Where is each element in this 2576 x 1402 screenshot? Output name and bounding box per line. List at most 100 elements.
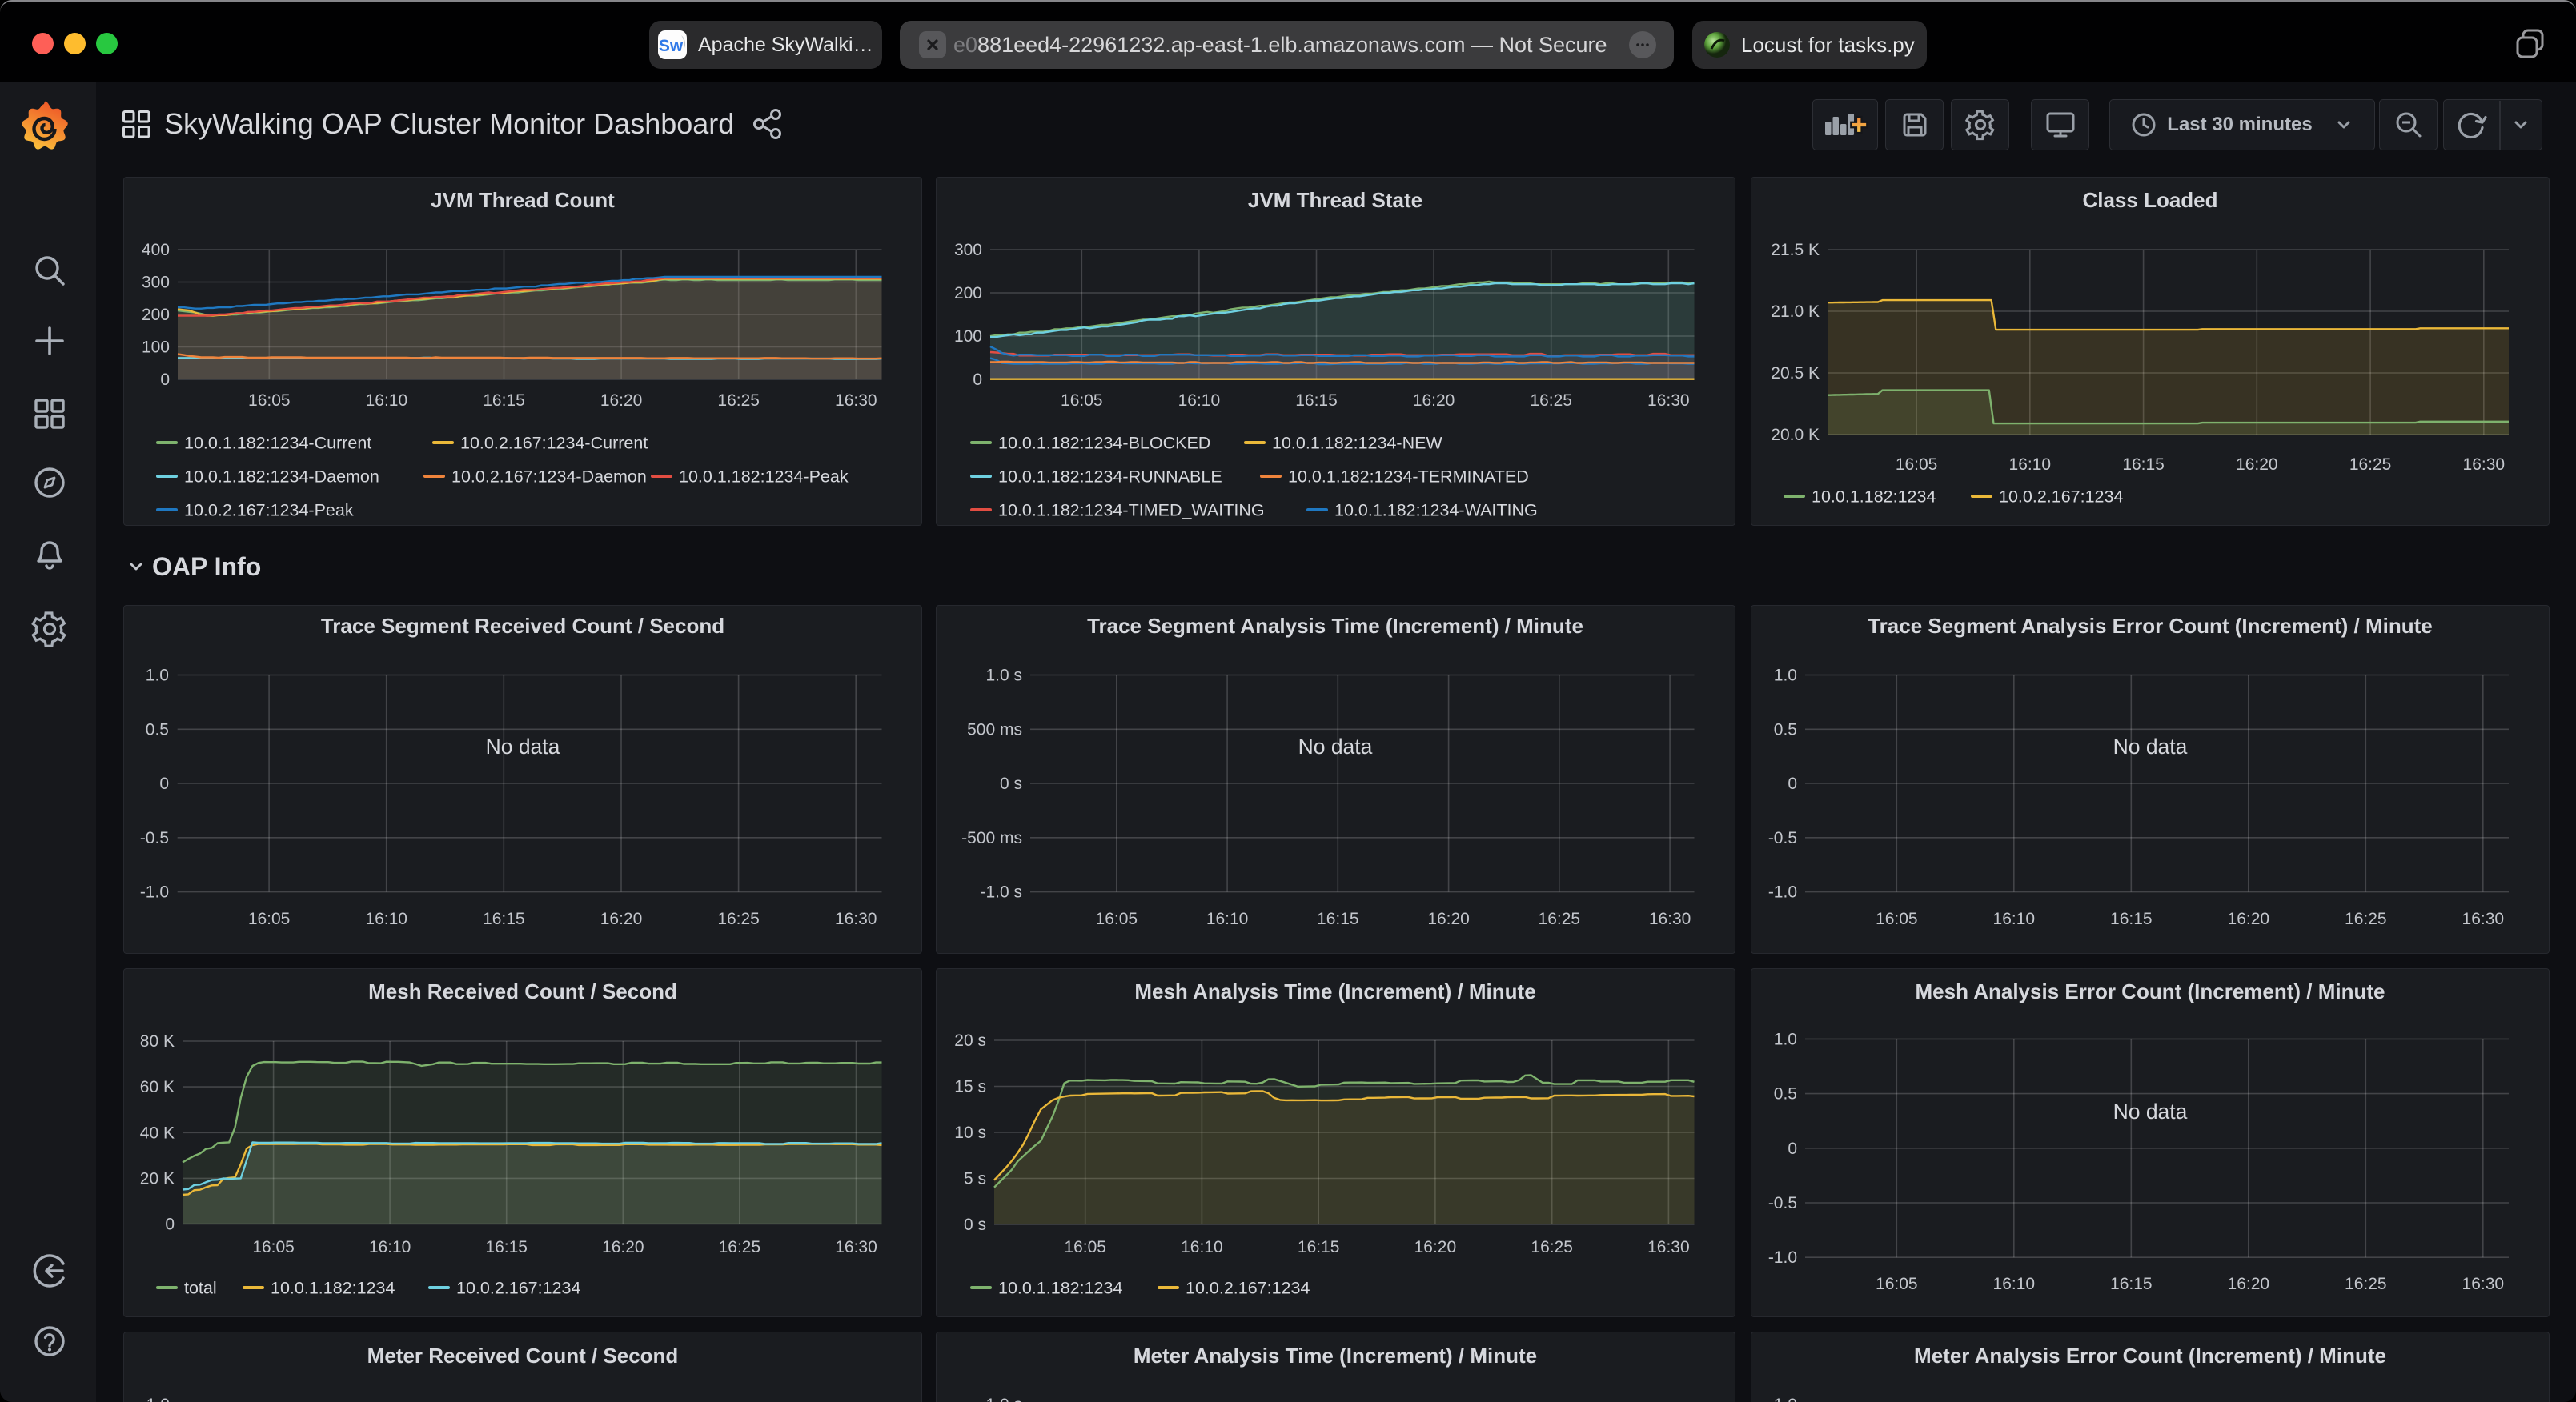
svg-text:10.0.1.182:1234-NEW: 10.0.1.182:1234-NEW (1272, 434, 1442, 453)
svg-text:16:20: 16:20 (1414, 1238, 1457, 1256)
svg-text:16:15: 16:15 (2110, 1275, 2153, 1293)
svg-text:16:05: 16:05 (1096, 910, 1138, 928)
svg-text:16:05: 16:05 (1064, 1238, 1106, 1256)
svg-text:-1.0 s: -1.0 s (980, 883, 1022, 902)
svg-text:-0.5: -0.5 (140, 829, 169, 847)
svg-text:100: 100 (954, 327, 982, 346)
svg-text:No data: No data (2113, 735, 2188, 759)
svg-text:Mesh Received Count / Second: Mesh Received Count / Second (368, 979, 677, 1003)
svg-text:16:20: 16:20 (2228, 910, 2270, 928)
svg-text:-0.5: -0.5 (1768, 829, 1797, 847)
svg-text:10.0.1.182:1234-BLOCKED: 10.0.1.182:1234-BLOCKED (998, 434, 1210, 453)
svg-text:Trace Segment Analysis Error C: Trace Segment Analysis Error Count (Incr… (1868, 614, 2433, 638)
svg-text:100: 100 (142, 338, 170, 357)
svg-text:JVM Thread State: JVM Thread State (1248, 188, 1422, 212)
svg-text:1.0: 1.0 (1774, 667, 1797, 685)
svg-text:Class Loaded: Class Loaded (2082, 188, 2217, 212)
svg-text:0 s: 0 s (964, 1216, 986, 1234)
svg-text:16:25: 16:25 (1530, 391, 1572, 410)
svg-text:16:25: 16:25 (1539, 910, 1581, 928)
svg-text:16:30: 16:30 (1647, 1238, 1690, 1256)
svg-text:16:30: 16:30 (1647, 391, 1690, 410)
svg-text:Meter Analysis Error Count (In: Meter Analysis Error Count (Increment) /… (1914, 1344, 2386, 1368)
svg-text:10.0.2.167:1234-Current: 10.0.2.167:1234-Current (460, 434, 648, 453)
svg-text:16:05: 16:05 (248, 910, 291, 928)
svg-text:16:30: 16:30 (835, 391, 877, 410)
svg-text:1.0: 1.0 (1774, 1030, 1797, 1048)
svg-text:10.0.1.182:1234-Daemon: 10.0.1.182:1234-Daemon (184, 467, 379, 487)
svg-text:16:10: 16:10 (1206, 910, 1249, 928)
svg-text:-1.0: -1.0 (1768, 883, 1797, 902)
svg-text:10.0.2.167:1234-Peak: 10.0.2.167:1234-Peak (184, 501, 354, 520)
svg-text:200: 200 (954, 284, 982, 302)
svg-text:16:30: 16:30 (1649, 910, 1691, 928)
svg-text:0 s: 0 s (1000, 775, 1022, 793)
svg-text:-500 ms: -500 ms (961, 829, 1022, 847)
svg-text:16:10: 16:10 (369, 1238, 411, 1256)
svg-text:10.0.1.182:1234-TIMED_WAITING: 10.0.1.182:1234-TIMED_WAITING (998, 501, 1265, 520)
svg-text:16:30: 16:30 (835, 910, 877, 928)
svg-text:16:10: 16:10 (1993, 910, 2036, 928)
svg-text:16:20: 16:20 (602, 1238, 644, 1256)
svg-text:-0.5: -0.5 (1768, 1194, 1797, 1212)
svg-text:16:10: 16:10 (1993, 1275, 2036, 1293)
svg-text:10.0.2.167:1234-Daemon: 10.0.2.167:1234-Daemon (451, 467, 647, 487)
svg-text:0.5: 0.5 (146, 720, 169, 739)
svg-text:200: 200 (142, 306, 170, 324)
svg-text:5 s: 5 s (964, 1170, 986, 1188)
svg-text:16:25: 16:25 (719, 1238, 761, 1256)
svg-text:16:05: 16:05 (1876, 910, 1918, 928)
svg-text:0.5: 0.5 (1774, 720, 1797, 739)
svg-text:10.0.1.182:1234: 10.0.1.182:1234 (998, 1279, 1122, 1298)
svg-text:16:15: 16:15 (1317, 910, 1359, 928)
svg-text:10.0.1.182:1234-RUNNABLE: 10.0.1.182:1234-RUNNABLE (998, 467, 1222, 487)
svg-text:16:10: 16:10 (1181, 1238, 1223, 1256)
svg-text:16:10: 16:10 (2009, 455, 2052, 474)
svg-text:10.0.1.182:1234-WAITING: 10.0.1.182:1234-WAITING (1334, 501, 1538, 520)
svg-text:10.0.1.182:1234-Peak: 10.0.1.182:1234-Peak (679, 467, 849, 487)
svg-text:-1.0: -1.0 (140, 883, 169, 902)
svg-text:Trace Segment Received Count /: Trace Segment Received Count / Second (321, 614, 724, 638)
svg-text:20.0 K: 20.0 K (1771, 426, 1820, 444)
svg-text:No data: No data (1298, 735, 1373, 759)
svg-text:1.0: 1.0 (1774, 1396, 1797, 1402)
svg-text:0: 0 (159, 775, 169, 793)
svg-text:0: 0 (1788, 1140, 1797, 1158)
svg-text:Mesh Analysis Time (Increment): Mesh Analysis Time (Increment) / Minute (1134, 979, 1535, 1003)
svg-text:16:20: 16:20 (2236, 455, 2278, 474)
svg-text:16:25: 16:25 (2349, 455, 2392, 474)
svg-text:16:10: 16:10 (365, 910, 407, 928)
svg-text:16:15: 16:15 (485, 1238, 528, 1256)
svg-text:16:20: 16:20 (2228, 1275, 2270, 1293)
svg-text:16:30: 16:30 (2462, 910, 2505, 928)
svg-text:21.0 K: 21.0 K (1771, 302, 1820, 321)
svg-text:16:10: 16:10 (366, 391, 408, 410)
svg-text:0: 0 (165, 1216, 175, 1234)
svg-text:16:25: 16:25 (717, 910, 760, 928)
svg-text:16:20: 16:20 (600, 391, 643, 410)
svg-text:10.0.1.182:1234-Current: 10.0.1.182:1234-Current (184, 434, 371, 453)
svg-text:16:15: 16:15 (2110, 910, 2153, 928)
svg-text:0.5: 0.5 (1774, 1085, 1797, 1104)
svg-text:1.0 s: 1.0 s (985, 667, 1022, 685)
svg-text:16:10: 16:10 (1178, 391, 1221, 410)
svg-text:10.0.1.182:1234: 10.0.1.182:1234 (1812, 487, 1936, 507)
svg-text:16:15: 16:15 (2122, 455, 2165, 474)
svg-text:16:20: 16:20 (600, 910, 643, 928)
svg-text:16:05: 16:05 (1876, 1275, 1918, 1293)
svg-text:10 s: 10 s (954, 1124, 986, 1142)
svg-text:16:25: 16:25 (2345, 1275, 2387, 1293)
svg-text:Trace Segment Analysis Time (I: Trace Segment Analysis Time (Increment) … (1087, 614, 1583, 638)
svg-text:16:20: 16:20 (1413, 391, 1455, 410)
svg-text:No data: No data (2113, 1100, 2188, 1124)
svg-text:16:15: 16:15 (483, 391, 525, 410)
svg-text:1.0 s: 1.0 s (985, 1396, 1022, 1402)
svg-text:10.0.2.167:1234: 10.0.2.167:1234 (1186, 1279, 1310, 1298)
svg-text:16:30: 16:30 (2462, 1275, 2505, 1293)
svg-text:60 K: 60 K (140, 1078, 175, 1096)
svg-text:16:20: 16:20 (1427, 910, 1470, 928)
svg-text:16:05: 16:05 (1896, 455, 1938, 474)
svg-text:total: total (184, 1279, 217, 1298)
svg-text:0: 0 (973, 371, 982, 389)
svg-text:16:15: 16:15 (1295, 391, 1338, 410)
